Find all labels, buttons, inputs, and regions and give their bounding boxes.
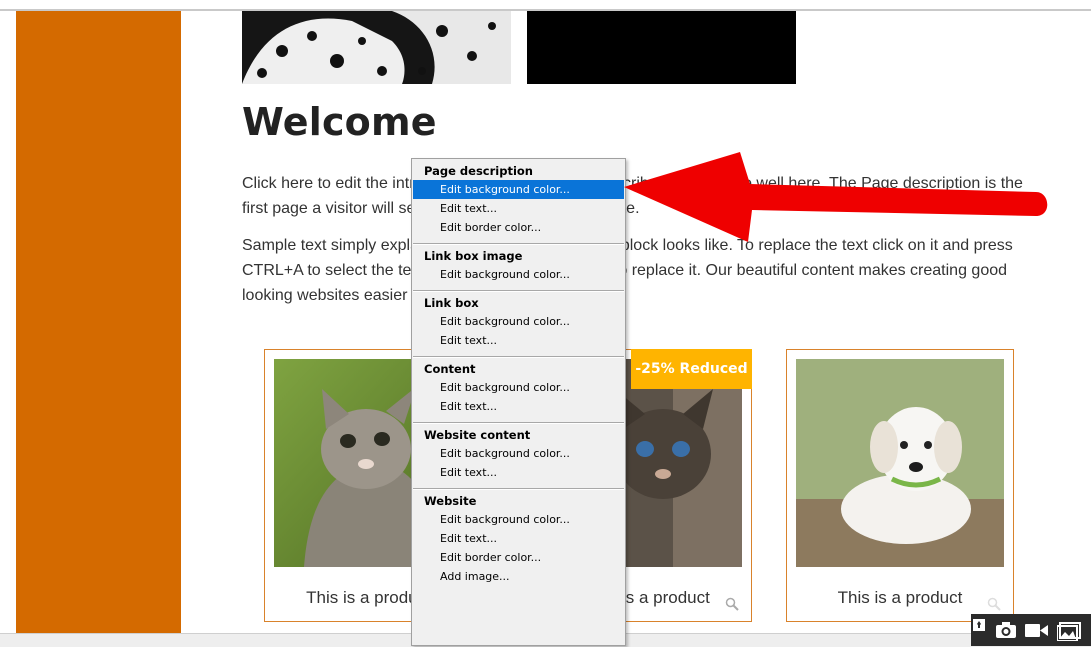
menu-section-title: Website content bbox=[424, 428, 531, 442]
menu-item[interactable]: Edit background color... bbox=[413, 180, 624, 199]
product-title[interactable]: This is a product bbox=[787, 588, 1013, 608]
puppy-image[interactable] bbox=[796, 359, 1004, 567]
video-icon[interactable] bbox=[1025, 622, 1048, 639]
discount-badge: -25% Reduced bbox=[631, 349, 752, 389]
menu-item[interactable]: Edit background color... bbox=[413, 265, 624, 284]
page-title[interactable]: Welcome bbox=[242, 100, 437, 144]
menu-section-title: Page description bbox=[424, 164, 533, 178]
dalmatian-image[interactable] bbox=[242, 11, 511, 84]
menu-item[interactable]: Edit text... bbox=[413, 529, 624, 548]
menu-item[interactable]: Edit background color... bbox=[413, 312, 624, 331]
menu-item[interactable]: Edit text... bbox=[413, 463, 624, 482]
menu-item[interactable]: Edit background color... bbox=[413, 378, 624, 397]
menu-item[interactable]: Edit border color... bbox=[413, 548, 624, 567]
menu-item[interactable]: Edit background color... bbox=[413, 444, 624, 463]
menu-item[interactable]: Edit background color... bbox=[413, 510, 624, 529]
menu-item[interactable]: Edit border color... bbox=[413, 218, 624, 237]
image-icon[interactable] bbox=[1056, 622, 1081, 642]
orange-sidebar bbox=[16, 11, 181, 633]
menu-separator bbox=[413, 488, 624, 490]
menu-separator bbox=[413, 422, 624, 424]
context-menu[interactable]: Page description Edit background color...… bbox=[411, 158, 626, 646]
menu-separator bbox=[413, 356, 624, 358]
red-arrow-annotation bbox=[624, 152, 1048, 242]
menu-section-title: Content bbox=[424, 362, 476, 376]
menu-section-title: Website bbox=[424, 494, 477, 508]
menu-item[interactable]: Add image... bbox=[413, 567, 624, 586]
menu-item[interactable]: Edit text... bbox=[413, 331, 624, 350]
pin-icon[interactable] bbox=[973, 618, 985, 631]
menu-section-title: Link box bbox=[424, 296, 479, 310]
dark-pet-image[interactable] bbox=[527, 11, 796, 84]
menu-item[interactable]: Edit text... bbox=[413, 199, 624, 218]
camera-icon[interactable] bbox=[995, 622, 1016, 639]
product-card[interactable]: This is a product bbox=[786, 349, 1014, 622]
menu-section-title: Link box image bbox=[424, 249, 523, 263]
menu-separator bbox=[413, 243, 624, 245]
capture-toolbar bbox=[971, 614, 1091, 646]
menu-item[interactable]: Edit text... bbox=[413, 397, 624, 416]
menu-separator bbox=[413, 290, 624, 292]
